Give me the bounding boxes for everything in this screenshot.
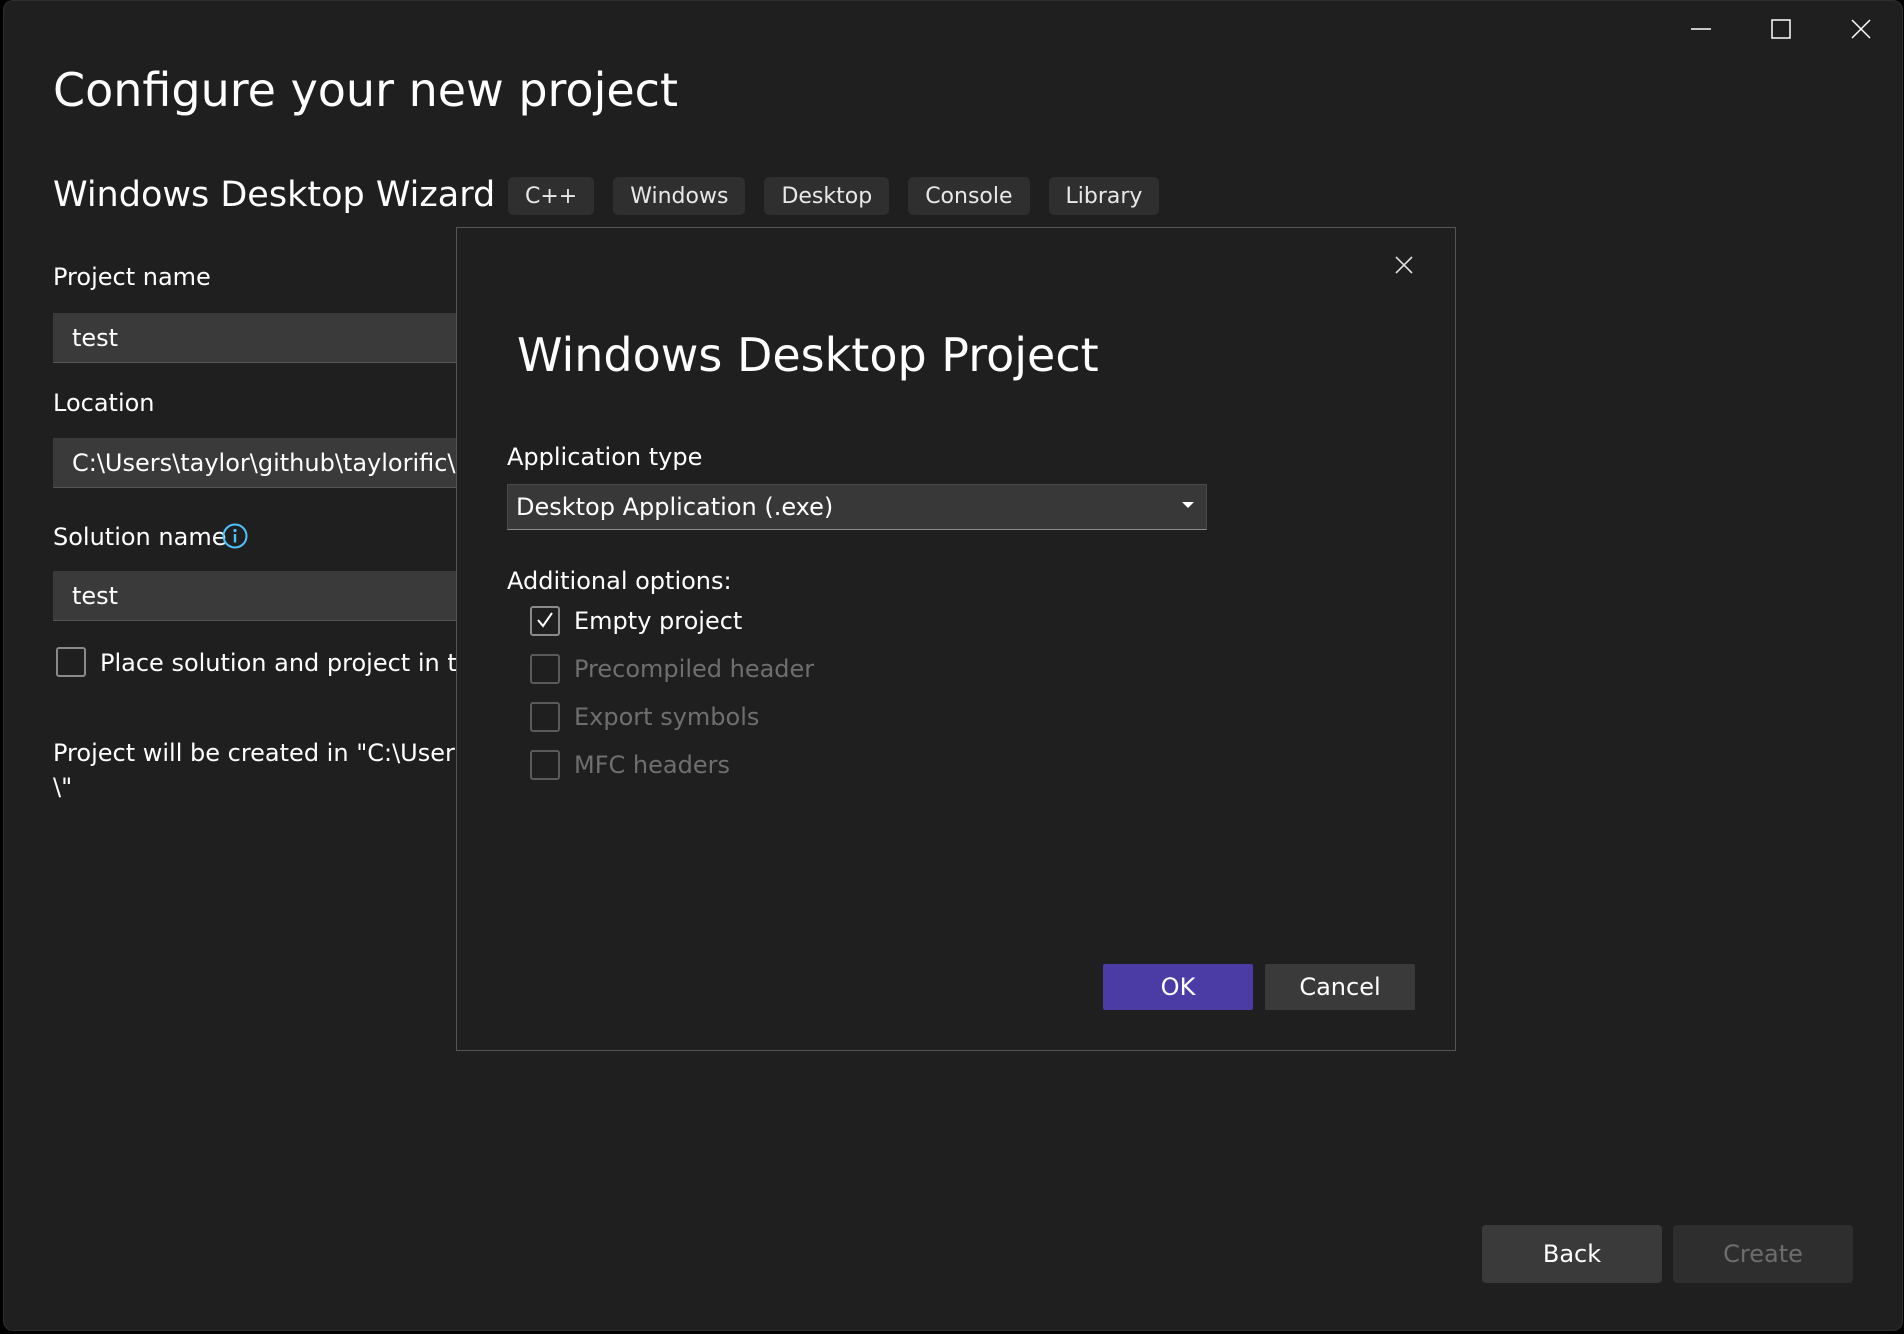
solution-name-input[interactable]: test xyxy=(53,571,473,621)
export-symbols-checkbox[interactable] xyxy=(530,702,560,732)
create-button[interactable]: Create xyxy=(1673,1225,1853,1283)
dialog-close-icon[interactable] xyxy=(1393,254,1415,276)
additional-options-label: Additional options: xyxy=(507,567,732,595)
tag-console: Console xyxy=(908,177,1030,215)
mfc-headers-label: MFC headers xyxy=(574,751,730,779)
minimize-button[interactable] xyxy=(1666,7,1736,51)
info-icon[interactable] xyxy=(222,523,248,549)
maximize-icon xyxy=(1771,19,1791,39)
application-type-value: Desktop Application (.exe) xyxy=(516,493,834,521)
tag-desktop: Desktop xyxy=(764,177,890,215)
checkmark-icon xyxy=(537,612,553,628)
back-button[interactable]: Back xyxy=(1482,1225,1662,1283)
ok-button[interactable]: OK xyxy=(1103,964,1253,1010)
solution-name-label: Solution name xyxy=(53,523,227,551)
application-type-label: Application type xyxy=(507,443,703,471)
close-window-button[interactable] xyxy=(1826,7,1896,51)
project-location-line-2: \" xyxy=(53,773,73,801)
precompiled-header-checkbox[interactable] xyxy=(530,654,560,684)
tag-cpp: C++ xyxy=(508,177,595,215)
location-input[interactable]: C:\Users\taylor\github\taylorific\han xyxy=(53,438,473,488)
project-location-line-1: Project will be created in "C:\Users\tay xyxy=(53,739,473,767)
empty-project-label: Empty project xyxy=(574,607,743,635)
page-title: Configure your new project xyxy=(53,63,678,117)
application-type-dropdown[interactable]: Desktop Application (.exe) xyxy=(507,484,1207,530)
same-directory-checkbox[interactable] xyxy=(56,647,86,677)
precompiled-header-label: Precompiled header xyxy=(574,655,815,683)
app-window: Configure your new project Windows Deskt… xyxy=(3,0,1903,1331)
minimize-icon xyxy=(1691,28,1711,30)
chevron-down-icon xyxy=(1182,502,1194,508)
maximize-button[interactable] xyxy=(1746,7,1816,51)
close-icon xyxy=(1851,19,1871,39)
mfc-headers-checkbox[interactable] xyxy=(530,750,560,780)
windows-desktop-project-dialog: Windows Desktop Project Application type… xyxy=(456,227,1456,1051)
project-name-label: Project name xyxy=(53,263,211,291)
tag-library: Library xyxy=(1048,177,1160,215)
wizard-title: Windows Desktop Wizard xyxy=(53,175,496,215)
tag-windows: Windows xyxy=(613,177,746,215)
same-directory-label: Place solution and project in the s xyxy=(100,649,507,677)
project-name-input[interactable]: test xyxy=(53,313,473,363)
empty-project-checkbox[interactable] xyxy=(530,606,560,636)
template-tags: C++ Windows Desktop Console Library xyxy=(508,177,1160,215)
export-symbols-label: Export symbols xyxy=(574,703,760,731)
location-label: Location xyxy=(53,389,155,417)
cancel-button[interactable]: Cancel xyxy=(1265,964,1415,1010)
dialog-title: Windows Desktop Project xyxy=(517,328,1099,382)
project-location-summary: Project will be created in "C:\Users\tay… xyxy=(53,736,473,804)
